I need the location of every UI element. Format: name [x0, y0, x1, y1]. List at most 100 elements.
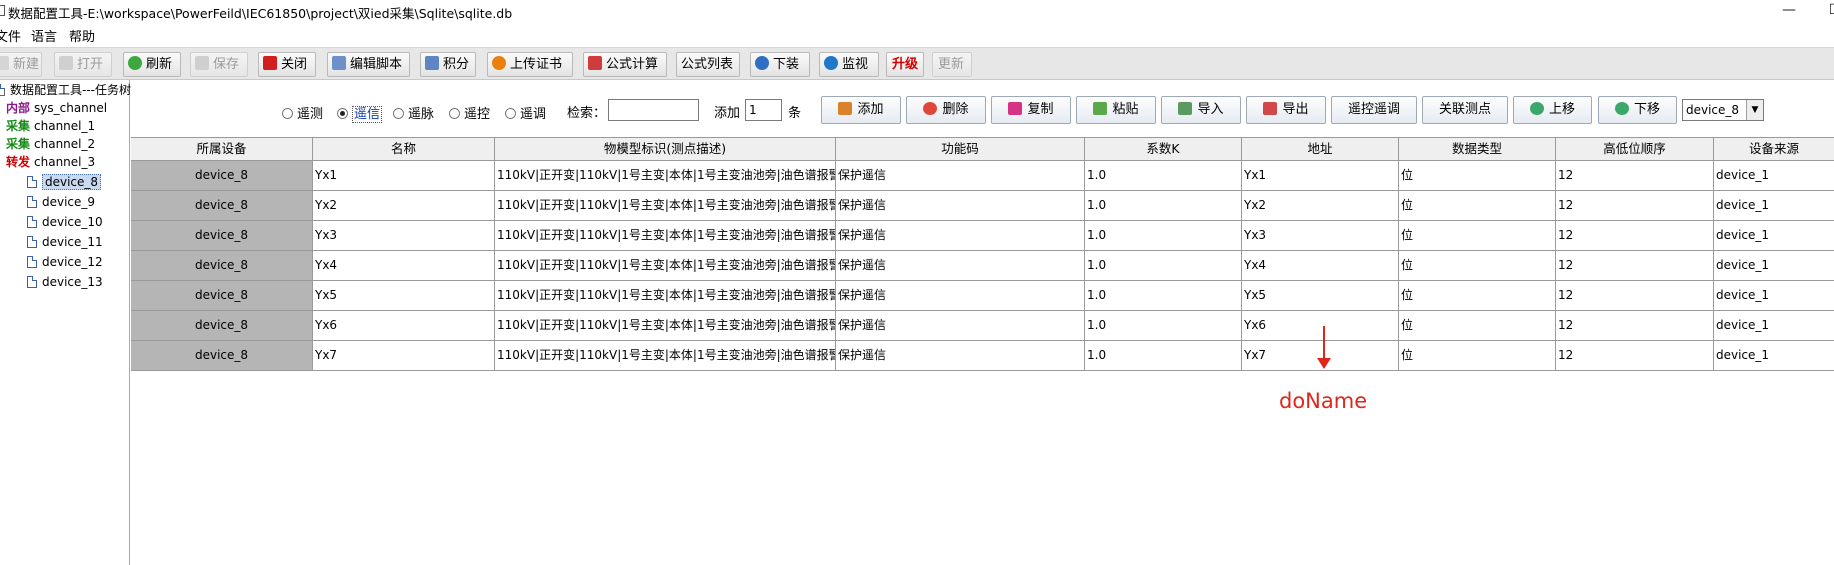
cell-device-source[interactable]: device_1 — [1714, 251, 1834, 280]
menu-file[interactable]: 文件 — [0, 26, 21, 45]
col-header-name[interactable]: 名称 — [313, 138, 495, 160]
cell-byte-order[interactable]: 12 — [1556, 281, 1714, 310]
cell-byte-order[interactable]: 12 — [1556, 341, 1714, 370]
cell-model-id[interactable]: 110kV|正开变|110kV|1号主变|本体|1号主变油池旁|油色谱报警... — [495, 281, 836, 310]
cell-data-type[interactable]: 位 — [1399, 281, 1556, 310]
cell-device-source[interactable]: device_1 — [1714, 311, 1834, 340]
export-button[interactable]: 导出 — [1246, 96, 1326, 124]
tree-node-channel-3[interactable]: 转发 channel_3 — [6, 154, 95, 171]
move-up-button[interactable]: 上移 — [1513, 96, 1592, 124]
add-button[interactable]: 添加 — [821, 96, 901, 124]
col-header-function-code[interactable]: 功能码 — [836, 138, 1085, 160]
cell-device[interactable]: device_8 — [131, 161, 313, 190]
table-row[interactable]: device_8 Yx2 110kV|正开变|110kV|1号主变|本体|1号主变油… — [131, 191, 1834, 221]
cell-device-source[interactable]: device_1 — [1714, 221, 1834, 250]
cell-device[interactable]: device_8 — [131, 191, 313, 220]
cell-coefficient[interactable]: 1.0 — [1085, 161, 1242, 190]
cell-device-source[interactable]: device_1 — [1714, 341, 1834, 370]
cell-model-id[interactable]: 110kV|正开变|110kV|1号主变|本体|1号主变油池旁|油色谱报警... — [495, 311, 836, 340]
cell-device[interactable]: device_8 — [131, 251, 313, 280]
radio-telecontrol[interactable]: 遥控 — [449, 103, 490, 122]
menu-language[interactable]: 语言 — [31, 26, 57, 45]
tree-node-channel-1[interactable]: 采集 channel_1 — [6, 118, 95, 135]
tree-device-13[interactable]: device_13 — [27, 274, 103, 291]
col-header-device-source[interactable]: 设备来源 — [1714, 138, 1834, 160]
cell-coefficient[interactable]: 1.0 — [1085, 341, 1242, 370]
cell-device[interactable]: device_8 — [131, 221, 313, 250]
cell-function-code[interactable]: 保护遥信 — [836, 251, 1085, 280]
cell-function-code[interactable]: 保护遥信 — [836, 221, 1085, 250]
cell-coefficient[interactable]: 1.0 — [1085, 251, 1242, 280]
cell-data-type[interactable]: 位 — [1399, 311, 1556, 340]
delete-button[interactable]: 删除 — [906, 96, 986, 124]
save-button[interactable]: 保存 — [190, 52, 248, 77]
cell-data-type[interactable]: 位 — [1399, 341, 1556, 370]
link-point-button[interactable]: 关联测点 — [1422, 96, 1508, 124]
cell-address[interactable]: Yx4 — [1242, 251, 1399, 280]
cell-coefficient[interactable]: 1.0 — [1085, 311, 1242, 340]
upload-certificate-button[interactable]: 上传证书 — [487, 52, 573, 77]
cell-function-code[interactable]: 保护遥信 — [836, 311, 1085, 340]
cell-address[interactable]: Yx6 — [1242, 311, 1399, 340]
open-button[interactable]: 打开 — [54, 52, 112, 77]
cell-device[interactable]: device_8 — [131, 311, 313, 340]
device-select[interactable]: device_8 ▼ — [1682, 99, 1764, 121]
col-header-byte-order[interactable]: 高低位顺序 — [1556, 138, 1714, 160]
integral-button[interactable]: 积分 — [420, 52, 476, 77]
paste-button[interactable]: 粘贴 — [1076, 96, 1156, 124]
cell-model-id[interactable]: 110kV|正开变|110kV|1号主变|本体|1号主变油池旁|油色谱报警... — [495, 221, 836, 250]
cell-function-code[interactable]: 保护遥信 — [836, 281, 1085, 310]
cell-coefficient[interactable]: 1.0 — [1085, 221, 1242, 250]
cell-byte-order[interactable]: 12 — [1556, 221, 1714, 250]
table-row[interactable]: device_8 Yx6 110kV|正开变|110kV|1号主变|本体|1号主变油… — [131, 311, 1834, 341]
cell-name[interactable]: Yx2 — [313, 191, 495, 220]
cell-model-id[interactable]: 110kV|正开变|110kV|1号主变|本体|1号主变油池旁|油色谱报警... — [495, 251, 836, 280]
search-input[interactable] — [608, 99, 699, 121]
formula-calc-button[interactable]: 公式计算 — [583, 52, 667, 77]
cell-device-source[interactable]: device_1 — [1714, 161, 1834, 190]
tree-device-12[interactable]: device_12 — [27, 254, 103, 271]
radio-telepulse[interactable]: 遥脉 — [393, 103, 434, 122]
cell-name[interactable]: Yx6 — [313, 311, 495, 340]
table-row[interactable]: device_8 Yx7 110kV|正开变|110kV|1号主变|本体|1号主变油… — [131, 341, 1834, 371]
table-row[interactable]: device_8 Yx4 110kV|正开变|110kV|1号主变|本体|1号主变油… — [131, 251, 1834, 281]
table-row[interactable]: device_8 Yx1 110kV|正开变|110kV|1号主变|本体|1号主变油… — [131, 161, 1834, 191]
upgrade-button[interactable]: 升级 — [886, 52, 924, 77]
radio-telemetry[interactable]: 遥测 — [282, 103, 323, 122]
col-header-coefficient[interactable]: 系数K — [1085, 138, 1242, 160]
cell-byte-order[interactable]: 12 — [1556, 161, 1714, 190]
radio-telesignal[interactable]: 遥信 — [337, 103, 383, 123]
cell-data-type[interactable]: 位 — [1399, 191, 1556, 220]
col-header-data-type[interactable]: 数据类型 — [1399, 138, 1556, 160]
tree-device-9[interactable]: device_9 — [27, 194, 95, 211]
cell-byte-order[interactable]: 12 — [1556, 311, 1714, 340]
refresh-button[interactable]: 刷新 — [123, 52, 181, 77]
cell-name[interactable]: Yx5 — [313, 281, 495, 310]
minimize-button[interactable]: — — [1766, 0, 1812, 22]
monitor-button[interactable]: 监视 — [819, 52, 879, 77]
cell-byte-order[interactable]: 12 — [1556, 191, 1714, 220]
cell-name[interactable]: Yx3 — [313, 221, 495, 250]
import-button[interactable]: 导入 — [1161, 96, 1241, 124]
edit-script-button[interactable]: 编辑脚本 — [327, 52, 410, 77]
cell-name[interactable]: Yx7 — [313, 341, 495, 370]
cell-device-source[interactable]: device_1 — [1714, 191, 1834, 220]
cell-device[interactable]: device_8 — [131, 281, 313, 310]
chevron-down-icon[interactable]: ▼ — [1746, 100, 1763, 120]
cell-data-type[interactable]: 位 — [1399, 161, 1556, 190]
col-header-model-id[interactable]: 物模型标识(测点描述) — [495, 138, 836, 160]
tree-device-10[interactable]: device_10 — [27, 214, 103, 231]
tree-node-channel-2[interactable]: 采集 channel_2 — [6, 136, 95, 153]
close-button[interactable]: 关闭 — [258, 52, 316, 77]
cell-coefficient[interactable]: 1.0 — [1085, 281, 1242, 310]
table-row[interactable]: device_8 Yx5 110kV|正开变|110kV|1号主变|本体|1号主变油… — [131, 281, 1834, 311]
cell-model-id[interactable]: 110kV|正开变|110kV|1号主变|本体|1号主变油池旁|油色谱报警... — [495, 161, 836, 190]
tree-device-11[interactable]: device_11 — [27, 234, 103, 251]
cell-address[interactable]: Yx2 — [1242, 191, 1399, 220]
maximize-button[interactable]: ☐ — [1812, 0, 1834, 22]
cell-byte-order[interactable]: 12 — [1556, 251, 1714, 280]
cell-model-id[interactable]: 110kV|正开变|110kV|1号主变|本体|1号主变油池旁|油色谱报警... — [495, 341, 836, 370]
add-count-input[interactable]: 1 — [745, 99, 782, 121]
cell-data-type[interactable]: 位 — [1399, 251, 1556, 280]
table-row[interactable]: device_8 Yx3 110kV|正开变|110kV|1号主变|本体|1号主变油… — [131, 221, 1834, 251]
